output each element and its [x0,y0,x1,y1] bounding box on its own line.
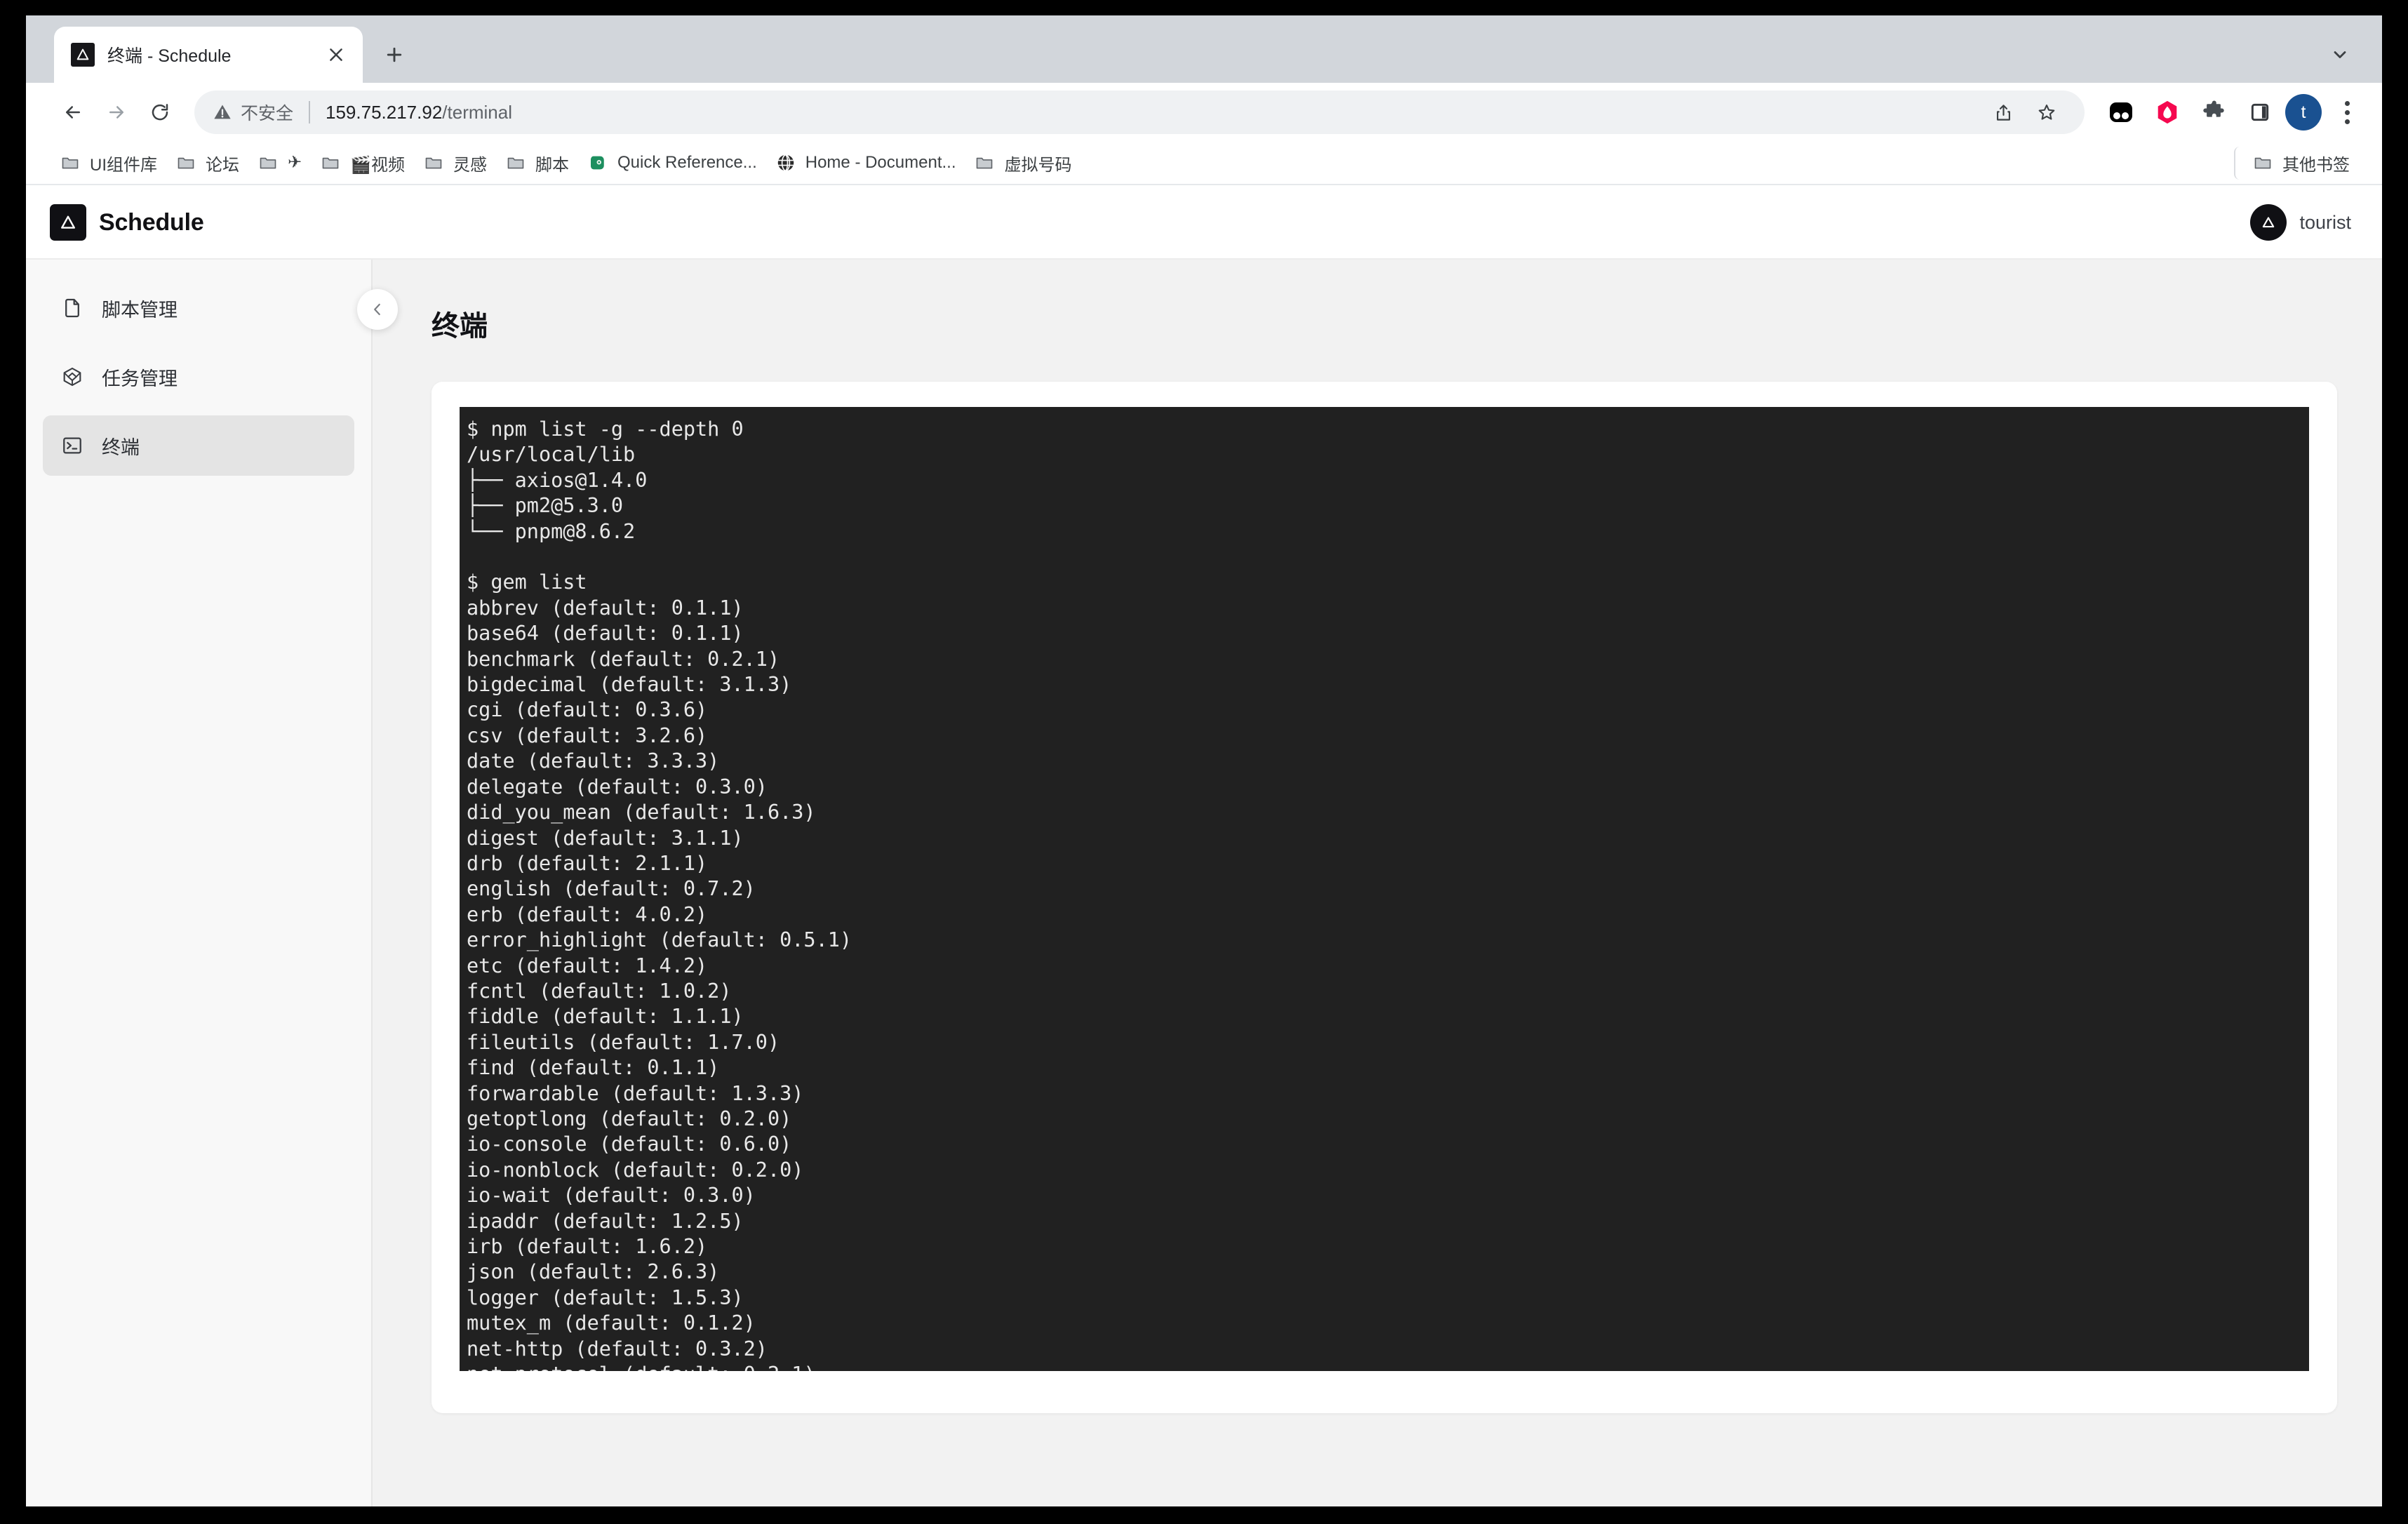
user-name: tourist [2299,211,2351,233]
security-status-label: 不安全 [241,104,294,123]
bookmark-item[interactable]: UI组件库 [50,147,166,180]
cube-icon [61,366,92,388]
terminal-card: $ npm list -g --depth 0 /usr/local/lib ├… [432,382,2337,1413]
bookmark-label: Home - Document... [805,153,956,172]
bookmark-item[interactable]: ✈ [248,147,310,179]
folder-icon [972,151,996,175]
bookmark-label: 虚拟号码 [1004,155,1072,175]
forward-arrow-icon[interactable] [95,91,138,134]
profile-initial: t [2301,102,2306,122]
sidebar-item-terminal[interactable]: 终端 [43,415,354,476]
page-title: 终端 [432,311,488,342]
extension-icons [2101,93,2280,132]
omnibox-divider [309,101,311,123]
share-icon[interactable] [1984,93,2023,132]
bookmarks-bar: UI组件库 论坛 ✈ 🎬视频 灵感 脚本 Quick Reference... [26,142,2382,185]
browser-toolbar: 不安全 159.75.217.92/terminal t [26,83,2382,142]
warning-triangle-icon [213,102,232,122]
folder-icon [174,151,198,175]
address-bar[interactable]: 不安全 159.75.217.92/terminal [194,91,2085,134]
url-host: 159.75.217.92 [326,101,443,123]
close-icon[interactable] [323,42,349,67]
folder-icon [422,151,446,175]
evernote-icon [586,151,610,175]
bookmark-item[interactable]: 灵感 [413,147,495,180]
bookmark-label: UI组件库 [90,155,157,175]
sidebar-collapse-button[interactable] [357,289,398,330]
app-brand-name: Schedule [99,208,204,236]
folder-icon [319,151,342,175]
other-bookmarks-label: 其他书签 [2282,155,2350,175]
folder-icon [256,151,280,175]
url-path: /terminal [442,101,512,123]
sidebar-item-tasks[interactable]: 任务管理 [43,347,354,407]
app-header: Schedule tourist [26,187,2382,260]
browser-tab[interactable]: 终端 - Schedule [54,27,363,83]
side-panel-icon[interactable] [2240,93,2280,132]
avatar [2250,204,2287,241]
star-icon[interactable] [2027,93,2066,132]
browser-window: 终端 - Schedule 不安全 159.75.217.92/terminal… [26,15,2382,1506]
bookmark-item[interactable]: Quick Reference... [577,147,765,179]
bookmark-item[interactable]: 论坛 [166,147,248,180]
folder-icon [2251,151,2275,175]
other-bookmarks-button[interactable]: 其他书签 [2234,146,2358,180]
triangle-logo-icon [50,204,86,241]
sidebar-item-scripts[interactable]: 脚本管理 [43,278,354,338]
sidebar-item-label: 脚本管理 [102,299,178,321]
tab-title: 终端 - Schedule [107,46,232,66]
bookmark-item[interactable]: Home - Document... [765,147,965,179]
triangle-logo-icon [71,43,95,67]
bookmark-item[interactable]: 🎬视频 [310,147,413,180]
terminal-output-text: $ npm list -g --depth 0 /usr/local/lib ├… [467,417,852,1371]
chevron-down-icon[interactable] [2319,32,2361,78]
folder-icon [58,151,82,175]
profile-avatar[interactable]: t [2285,94,2322,131]
terminal-icon [61,434,92,457]
terminal-output-panel[interactable]: $ npm list -g --depth 0 /usr/local/lib ├… [460,407,2309,1371]
sidebar-item-label: 任务管理 [102,368,178,389]
back-arrow-icon[interactable] [51,91,95,134]
new-tab-button[interactable] [371,32,417,78]
web-app: Schedule tourist 脚本管理 任务管理 终端 终端 $ npm l… [26,187,2382,1506]
document-icon [61,297,92,319]
bookmark-label: ✈ [288,154,302,171]
sidebar: 脚本管理 任务管理 终端 [26,260,373,1506]
omnibox-actions [1984,93,2066,132]
chrome-menu-icon[interactable] [2329,93,2365,132]
bookmark-label: 脚本 [535,155,569,175]
eyes-extension-icon[interactable] [2101,93,2141,132]
bookmark-label: Quick Reference... [617,153,757,172]
folder-icon [504,151,528,175]
bookmark-label: 论坛 [206,155,239,175]
app-body: 脚本管理 任务管理 终端 终端 $ npm list -g --depth 0 … [26,260,2382,1506]
main-content: 终端 $ npm list -g --depth 0 /usr/local/li… [373,260,2382,1506]
bookmark-label: 灵感 [453,155,487,175]
bookmark-item[interactable]: 脚本 [495,147,577,180]
url-text: 159.75.217.92/terminal [326,102,512,123]
user-menu[interactable]: tourist [2250,204,2351,241]
bookmark-item[interactable]: 虚拟号码 [964,147,1080,180]
bookmark-label: 🎬视频 [350,155,405,175]
globe-icon [774,151,798,175]
sidebar-item-label: 终端 [102,436,140,458]
tab-strip: 终端 - Schedule [26,15,2382,83]
app-brand[interactable]: Schedule [50,204,204,241]
hexagon-extension-icon[interactable] [2148,93,2187,132]
reload-icon[interactable] [138,91,182,134]
puzzle-piece-icon[interactable] [2194,93,2233,132]
